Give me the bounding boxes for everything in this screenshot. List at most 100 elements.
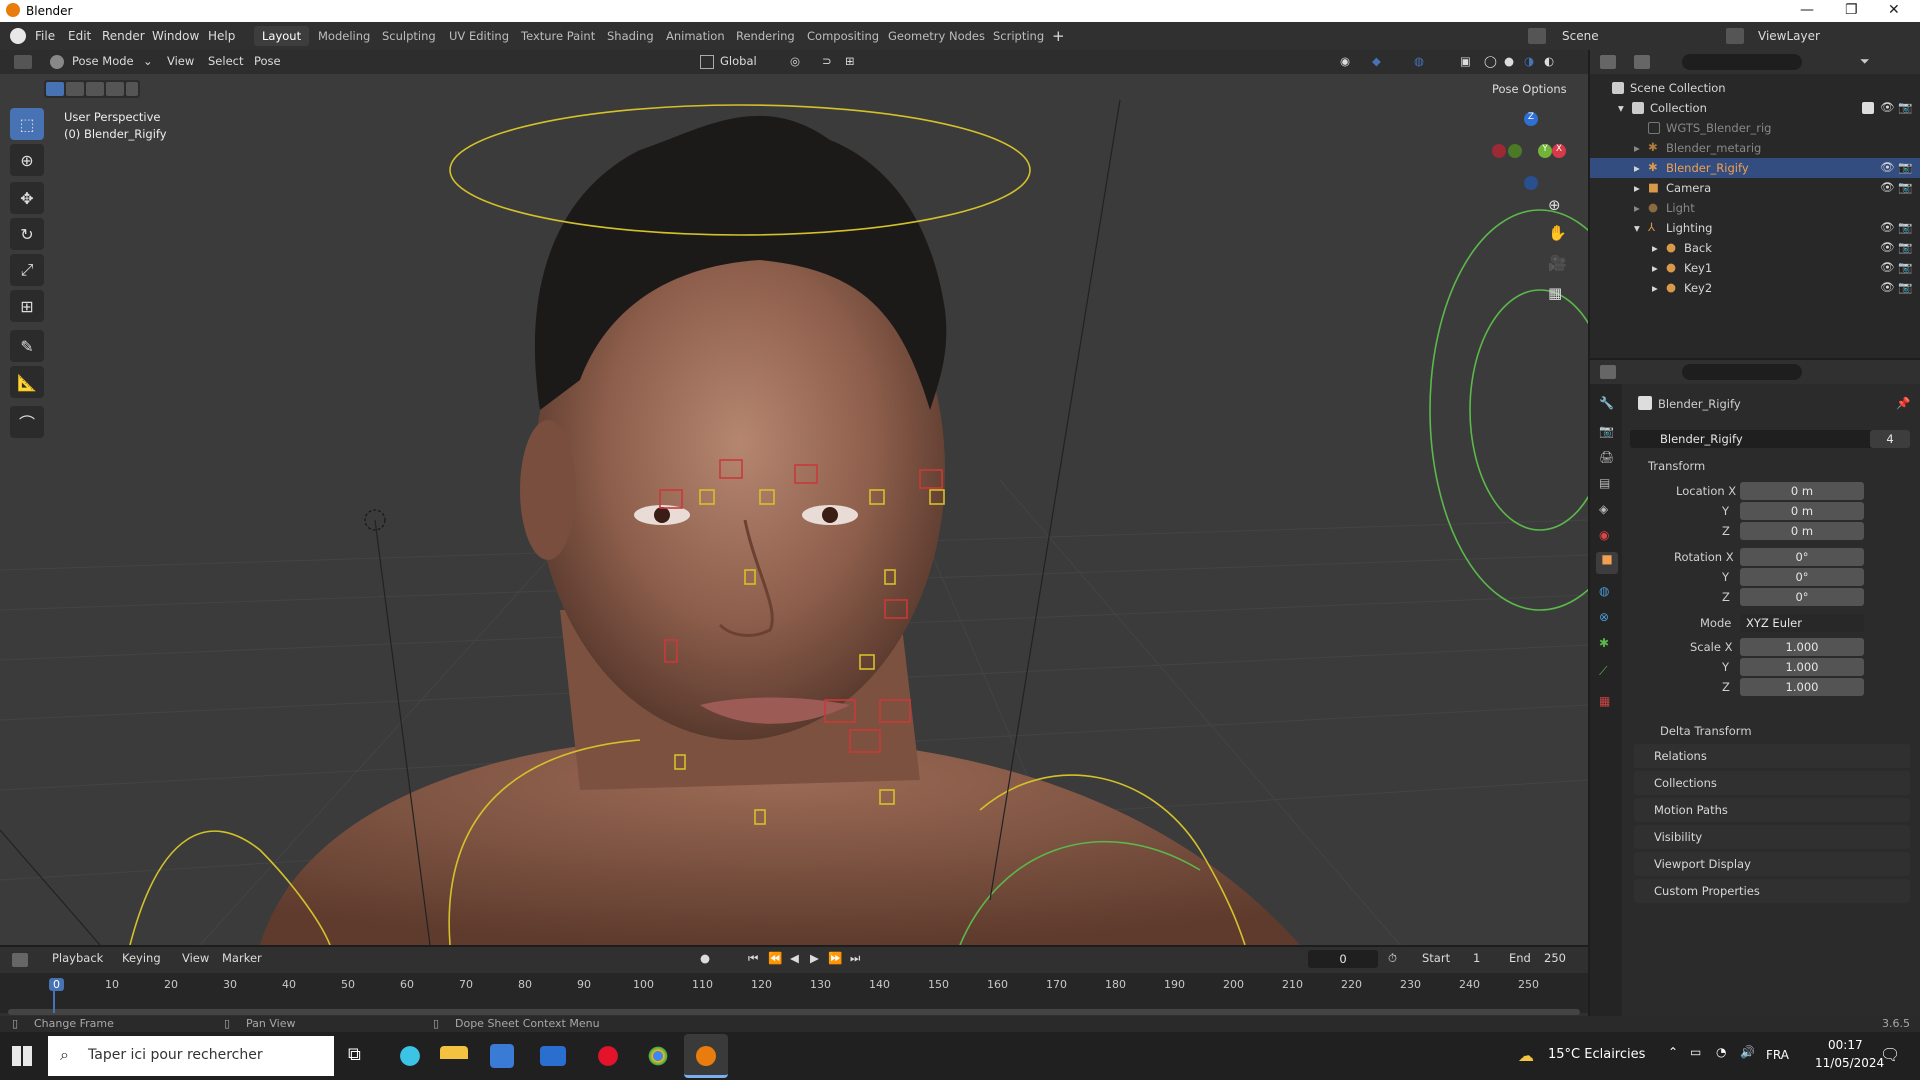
menu-edit[interactable]: Edit	[68, 29, 91, 43]
menu-file[interactable]: File	[35, 29, 55, 43]
current-frame-field[interactable]: 0	[1308, 950, 1378, 968]
tab-sculpting[interactable]: Sculpting	[374, 26, 444, 46]
outliner-row-back[interactable]: ▸ ● Back 👁 📷	[1590, 238, 1920, 258]
tray-app-icon[interactable]: ▭	[1690, 1045, 1701, 1059]
outliner-display-icon[interactable]	[1634, 55, 1650, 69]
editor-type-icon[interactable]	[14, 55, 32, 69]
zoom-icon[interactable]: ⊕	[1548, 196, 1561, 214]
armature-data-tab-icon[interactable]: ✱	[1599, 636, 1609, 650]
minimize-icon[interactable]: —	[1800, 2, 1814, 18]
timeline-menu-marker[interactable]: Marker	[222, 951, 262, 965]
select-invert-icon[interactable]	[106, 82, 124, 96]
rotation-mode-dropdown[interactable]: XYZ Euler	[1740, 614, 1864, 632]
tab-texture-paint[interactable]: Texture Paint	[513, 26, 603, 46]
frame-start-field[interactable]: 1	[1473, 951, 1480, 965]
rotate-tool-icon[interactable]: ↻	[10, 218, 44, 250]
tool-tab-icon[interactable]: 🔧	[1599, 396, 1614, 410]
task-view-icon[interactable]: ⧉	[340, 1040, 376, 1072]
output-tab-icon[interactable]: 🖨	[1599, 450, 1614, 464]
bone-roll-tool-icon[interactable]: ⌒	[10, 406, 44, 438]
panel-motion-paths[interactable]: Motion Paths	[1634, 798, 1910, 822]
users-count[interactable]: 4	[1870, 430, 1910, 448]
constraints-tab-icon[interactable]: ⊗	[1599, 610, 1609, 624]
navigation-gizmo[interactable]: Z X Y	[1490, 110, 1570, 190]
chrome-icon[interactable]	[640, 1040, 676, 1072]
scene-selector-icon[interactable]	[1528, 28, 1546, 44]
expand-arrow-icon[interactable]: ▸	[1634, 201, 1640, 215]
annotate-tool-icon[interactable]: ✎	[10, 330, 44, 362]
outliner-row-metarig[interactable]: ▸ ✱ Blender_metarig	[1590, 138, 1920, 158]
outliner-editor-icon[interactable]	[1600, 55, 1616, 69]
jump-keyframe-forward-icon[interactable]: ⏩	[828, 951, 842, 965]
tab-compositing[interactable]: Compositing	[799, 26, 887, 46]
physics-tab-icon[interactable]: ◍	[1599, 584, 1609, 598]
pan-hand-icon[interactable]: ✋	[1548, 224, 1567, 242]
select-intersect-icon[interactable]	[126, 82, 138, 96]
rotation-y-field[interactable]: 0°	[1740, 568, 1864, 586]
camera-view-icon[interactable]: 🎥	[1548, 254, 1567, 272]
overlay-icon[interactable]: ◍	[1414, 54, 1424, 68]
move-tool-icon[interactable]: ✥	[10, 182, 44, 214]
timeline-menu-view[interactable]: View	[182, 951, 209, 965]
blender-menu-icon[interactable]	[10, 28, 26, 44]
measure-tool-icon[interactable]: 📐	[10, 366, 44, 398]
solid-shading-icon[interactable]: ●	[1504, 54, 1514, 68]
gizmo-icon[interactable]: ◆	[1372, 54, 1381, 68]
close-icon[interactable]: ✕	[1888, 2, 1900, 18]
viewport-menu-pose[interactable]: Pose	[254, 54, 281, 68]
checkbox-icon[interactable]	[1862, 102, 1874, 114]
eye-icon[interactable]: 👁	[1880, 260, 1895, 274]
panel-custom-properties[interactable]: Custom Properties	[1634, 879, 1910, 903]
scene-tab-icon[interactable]: ◈	[1599, 502, 1608, 516]
panel-relations[interactable]: Relations	[1634, 744, 1910, 768]
3d-viewport[interactable]	[0, 50, 1588, 945]
outliner-row-lighting[interactable]: ▾ ⅄ Lighting 👁 📷	[1590, 218, 1920, 238]
gizmo-z-axis[interactable]: Z	[1524, 112, 1538, 126]
camera-render-icon[interactable]: 📷	[1898, 260, 1912, 274]
pin-icon[interactable]: 📌	[1896, 396, 1910, 410]
expand-arrow-icon[interactable]: ▸	[1652, 241, 1658, 255]
outliner-row-rigify[interactable]: ▸ ✱ Blender_Rigify 👁 📷	[1590, 158, 1920, 178]
auto-key-icon[interactable]: ●	[700, 951, 710, 965]
world-tab-icon[interactable]: ◉	[1599, 528, 1609, 542]
delta-transform-subpanel[interactable]: Delta Transform	[1660, 724, 1752, 738]
outliner-row-key2[interactable]: ▸ ● Key2 👁 📷	[1590, 278, 1920, 298]
panel-collections[interactable]: Collections	[1634, 771, 1910, 795]
mode-dropdown[interactable]: Pose Mode	[72, 54, 134, 68]
camera-render-icon[interactable]: 📷	[1898, 280, 1912, 294]
camera-render-icon[interactable]: 📷	[1898, 220, 1912, 234]
snap-icon[interactable]: ⊃	[822, 54, 832, 68]
scale-x-field[interactable]: 1.000	[1740, 638, 1864, 656]
tab-modeling[interactable]: Modeling	[310, 26, 378, 46]
network-icon[interactable]: ◔	[1716, 1045, 1726, 1059]
viewlayer-name[interactable]: ViewLayer	[1758, 29, 1820, 43]
playhead[interactable]	[53, 991, 55, 1013]
expand-arrow-icon[interactable]: ▸	[1634, 141, 1640, 155]
scale-tool-icon[interactable]: ⤢	[10, 254, 44, 286]
taskbar-search-box[interactable]: ⌕ Taper ici pour rechercher	[48, 1036, 334, 1076]
tab-scripting[interactable]: Scripting	[985, 26, 1052, 46]
weather-icon[interactable]: ☁	[1518, 1046, 1534, 1065]
clock-date[interactable]: 11/05/2024	[1815, 1056, 1884, 1070]
expand-arrow-icon[interactable]: ▸	[1652, 281, 1658, 295]
outliner-row-wgts[interactable]: WGTS_Blender_rig	[1590, 118, 1920, 138]
camera-render-icon[interactable]: 📷	[1898, 100, 1912, 114]
location-y-field[interactable]: 0 m	[1740, 502, 1864, 520]
scene-name[interactable]: Scene	[1562, 29, 1599, 43]
rotation-z-field[interactable]: 0°	[1740, 588, 1864, 606]
play-reverse-icon[interactable]: ◀	[790, 951, 799, 965]
outliner-row-scene-collection[interactable]: Scene Collection	[1590, 78, 1920, 98]
expand-arrow-icon[interactable]: ▸	[1634, 181, 1640, 195]
gizmo-neg-y[interactable]	[1508, 144, 1522, 158]
weather-text[interactable]: 15°C Eclaircies	[1548, 1047, 1645, 1062]
outliner-row-key1[interactable]: ▸ ● Key1 👁 📷	[1590, 258, 1920, 278]
language-indicator[interactable]: FRA	[1766, 1048, 1789, 1062]
properties-editor-icon[interactable]	[1600, 365, 1616, 379]
select-extend-icon[interactable]	[66, 82, 84, 96]
filter-icon[interactable]: ⏷	[1860, 54, 1870, 69]
jump-end-icon[interactable]: ⏭	[850, 951, 860, 966]
notification-icon[interactable]: 🗨	[1880, 1045, 1900, 1064]
camera-render-icon[interactable]: 📷	[1898, 160, 1912, 174]
properties-search-input[interactable]	[1682, 364, 1802, 380]
windows-start-icon[interactable]	[12, 1046, 32, 1066]
